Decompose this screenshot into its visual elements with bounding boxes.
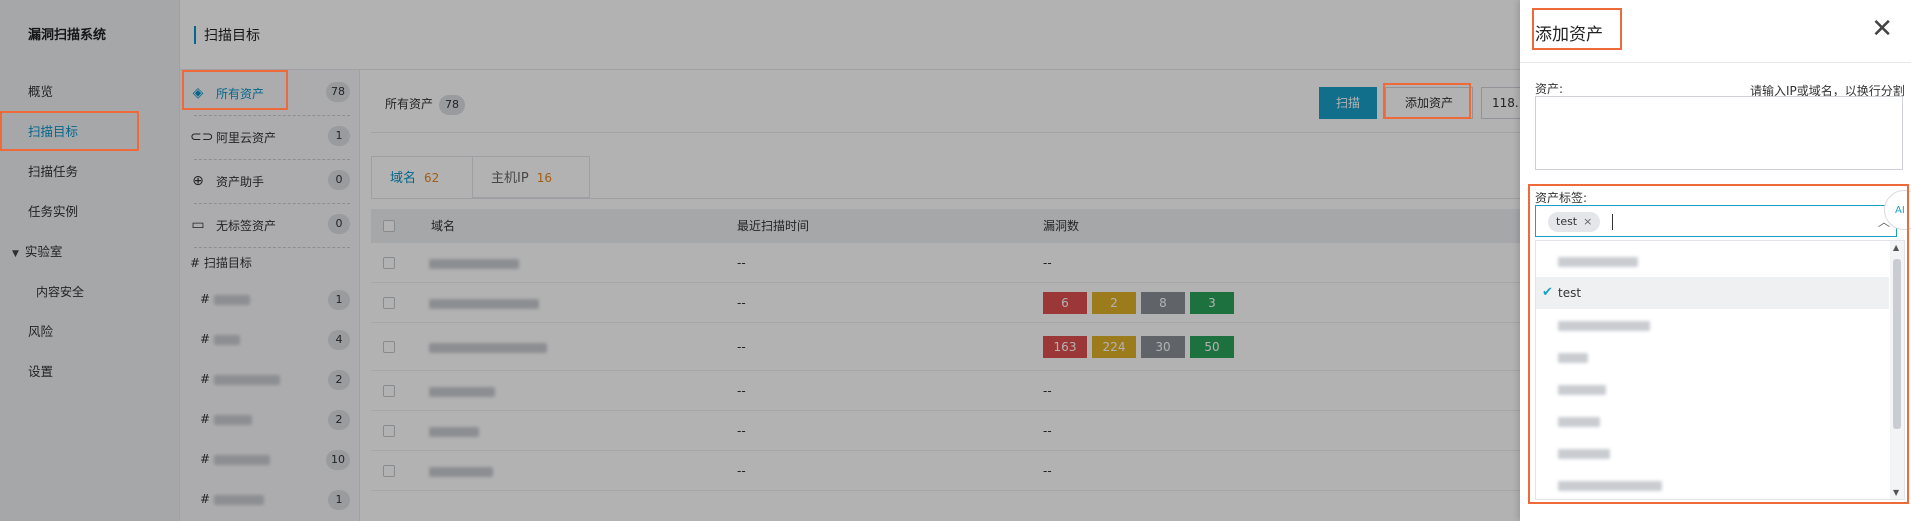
highlight-all-assets [182, 70, 288, 110]
highlight-drawer-title [1532, 8, 1622, 50]
divider [1520, 62, 1911, 63]
asset-field-label: 资产: [1535, 82, 1564, 96]
highlight-add-asset-button [1383, 83, 1471, 119]
close-icon[interactable]: ✕ [1871, 16, 1893, 42]
add-asset-drawer: 添加资产 ✕ 资产: 请输入IP或域名，以换行分割 资产标签: test × ︿ … [1520, 0, 1911, 521]
highlight-nav-scan-targets [0, 111, 139, 151]
asset-textarea[interactable] [1535, 96, 1903, 170]
highlight-tag-section [1528, 184, 1909, 504]
